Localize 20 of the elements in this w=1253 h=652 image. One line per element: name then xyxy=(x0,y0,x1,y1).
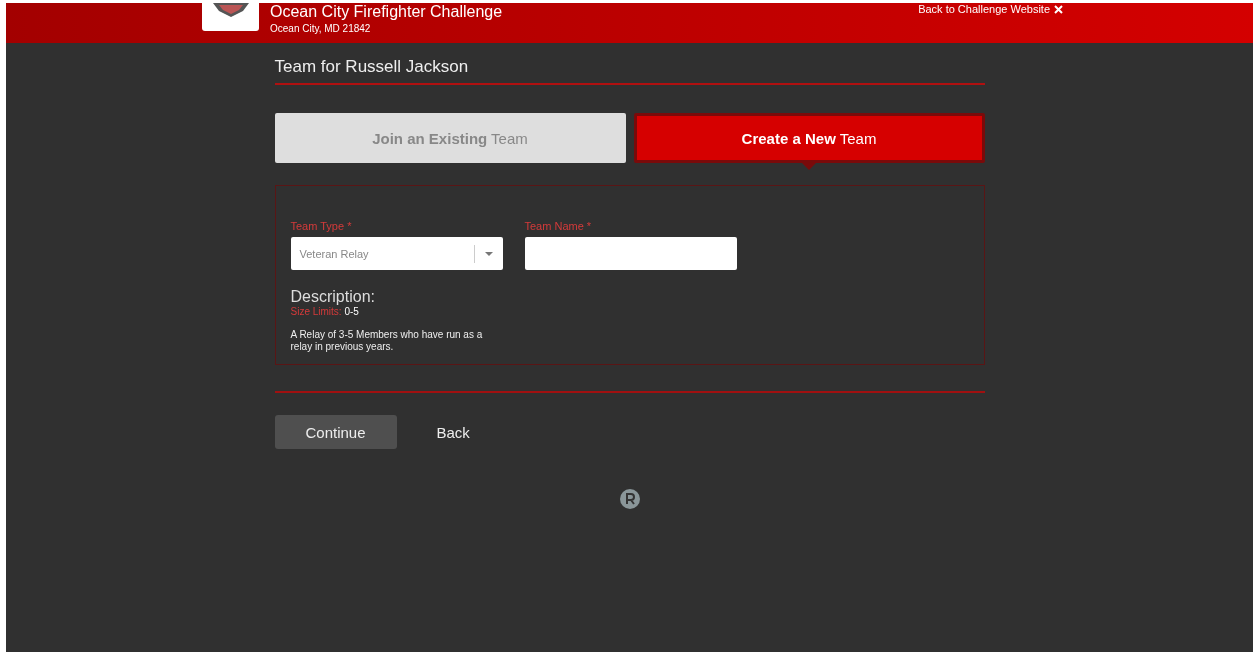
site-address: Ocean City, MD 21842 xyxy=(270,23,372,34)
back-button[interactable]: Back xyxy=(436,423,470,441)
team-type-dropdown[interactable]: Veteran Relay xyxy=(290,237,503,270)
registered-icon xyxy=(619,489,640,509)
size-limits-label: Size Limits: xyxy=(290,306,342,317)
page-title: Team for Russell Jackson xyxy=(274,57,985,85)
continue-button[interactable]: Continue xyxy=(274,415,397,449)
caret-icon xyxy=(484,251,493,256)
team-tab[interactable]: Create a New Team xyxy=(633,113,985,163)
pointer-icon xyxy=(802,163,816,170)
size-limits-value: 0-5 xyxy=(344,306,359,317)
shield-icon xyxy=(212,3,249,17)
field-label: Team Type * xyxy=(290,220,353,232)
description-text: A Relay of 3-5 Members who have run as a relay in previous years. xyxy=(290,329,484,353)
field-label: Team Name * xyxy=(524,220,593,232)
close-icon xyxy=(1054,4,1063,14)
site-title: Ocean City Firefighter Challenge xyxy=(270,3,503,20)
team-name-field[interactable] xyxy=(524,237,737,270)
description-heading: Description: xyxy=(290,288,376,306)
back-to-website-link[interactable]: Back to Challenge Website xyxy=(918,3,1063,15)
